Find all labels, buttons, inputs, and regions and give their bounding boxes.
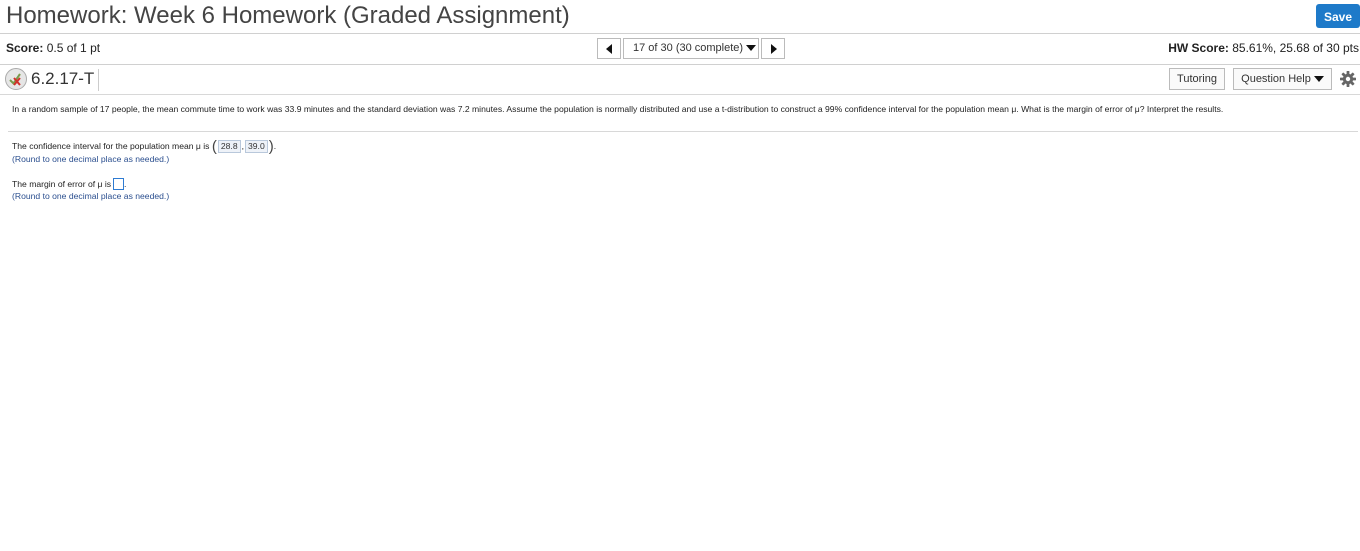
question-id: 6.2.17-T <box>31 69 100 91</box>
previous-question-button[interactable] <box>597 38 621 59</box>
confidence-interval-part: The confidence interval for the populati… <box>12 138 277 165</box>
divider <box>0 94 1360 95</box>
ci-line: The confidence interval for the populati… <box>12 138 277 155</box>
gear-icon[interactable] <box>1339 70 1357 88</box>
margin-of-error-input[interactable] <box>113 178 125 190</box>
header: Homework: Week 6 Homework (Graded Assign… <box>0 0 1360 33</box>
page-title: Homework: Week 6 Homework (Graded Assign… <box>6 2 570 29</box>
hw-score-value: 85.61%, 25.68 of 30 pts <box>1232 41 1359 55</box>
next-question-button[interactable] <box>761 38 785 59</box>
score: Score: 0.5 of 1 pt <box>6 41 100 55</box>
hw-score: HW Score: 85.61%, 25.68 of 30 pts <box>1168 41 1359 55</box>
ci-hint: (Round to one decimal place as needed.) <box>12 154 170 164</box>
question-text: In a random sample of 17 people, the mea… <box>12 104 1224 114</box>
score-label: Score: <box>6 41 44 55</box>
open-paren: ( <box>211 138 217 155</box>
hw-score-label: HW Score: <box>1168 41 1229 55</box>
arrow-left-icon <box>606 44 612 54</box>
close-paren: ) <box>268 138 274 155</box>
moe-line: The margin of error of μ is. <box>12 178 127 190</box>
score-value: 0.5 of 1 pt <box>46 41 101 55</box>
arrow-right-icon <box>771 44 777 54</box>
ci-upper-answer: 39.0 <box>245 140 268 153</box>
question-selector-label: 17 of 30 (30 complete) <box>633 42 744 54</box>
caret-down-icon <box>1313 76 1324 83</box>
moe-prefix: The margin of error of μ is <box>12 179 112 189</box>
question-bar: 6.2.17-T Tutoring Question Help <box>0 65 1360 94</box>
ci-separator: , <box>241 141 244 151</box>
partial-credit-icon <box>5 68 27 90</box>
score-bar: Score: 0.5 of 1 pt 17 of 30 (30 complete… <box>0 34 1360 64</box>
question-help-button[interactable]: Question Help <box>1233 68 1332 90</box>
question-selector[interactable]: 17 of 30 (30 complete) <box>623 38 759 59</box>
ci-prefix: The confidence interval for the populati… <box>12 141 210 151</box>
question-help-label: Question Help <box>1241 73 1311 85</box>
tutoring-button[interactable]: Tutoring <box>1169 68 1225 90</box>
save-button[interactable]: Save <box>1316 4 1360 28</box>
caret-down-icon <box>746 45 757 52</box>
moe-hint: (Round to one decimal place as needed.) <box>12 191 170 201</box>
divider <box>8 131 1358 132</box>
margin-of-error-part: The margin of error of μ is. (Round to o… <box>12 178 169 202</box>
ci-lower-answer: 28.8 <box>217 140 241 153</box>
